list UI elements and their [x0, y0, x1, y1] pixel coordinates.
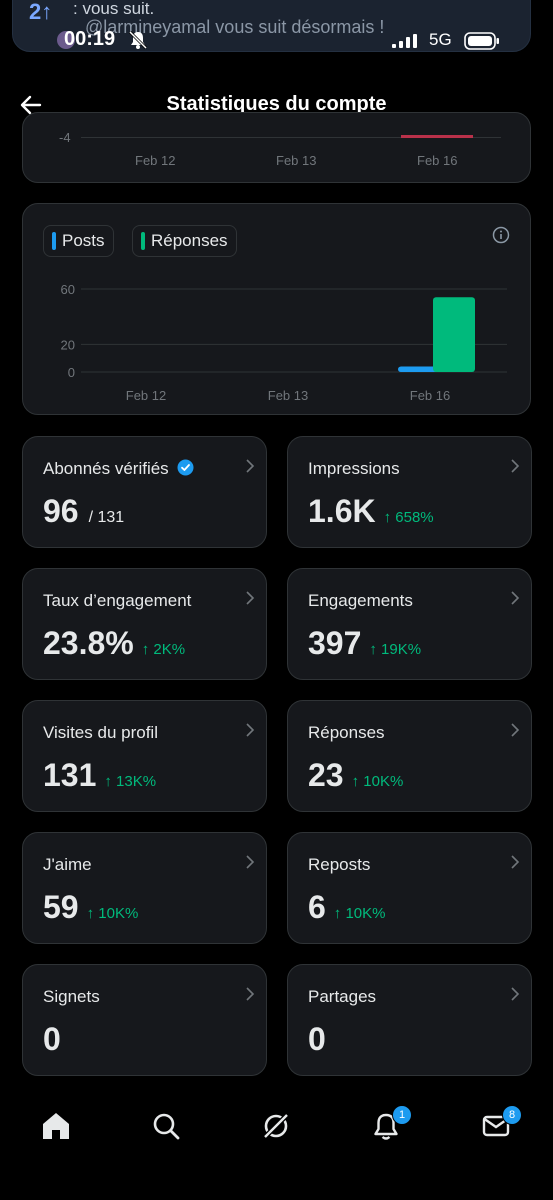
y-tick-label: 0 [68, 365, 75, 380]
notifications-badge: 1 [392, 1105, 412, 1125]
stat-label: Abonnés vérifiés [43, 459, 169, 478]
grok-icon[interactable] [256, 1106, 296, 1146]
stat-reposts[interactable]: Reposts 6 ↑ 10K% [287, 832, 532, 944]
stat-label: Engagements [308, 591, 413, 610]
stat-value: 6 [308, 889, 326, 925]
stat-value: 96 [43, 493, 79, 529]
x-tick-label: Feb 16 [410, 388, 450, 403]
stat-likes[interactable]: J'aime 59 ↑ 10K% [22, 832, 267, 944]
stat-label: J'aime [43, 855, 92, 874]
stat-label: Signets [43, 987, 100, 1006]
chevron-right-icon [511, 987, 520, 1001]
x-tick-label: Feb 12 [135, 153, 176, 168]
y-tick-label: -4 [59, 130, 71, 145]
follower-icon: 2↑ [29, 0, 53, 24]
stat-shares[interactable]: Partages 0 [287, 964, 532, 1076]
chevron-right-icon [246, 987, 255, 1001]
stat-value: 131 [43, 757, 97, 793]
messages-badge: 8 [502, 1105, 522, 1125]
chevron-right-icon [511, 459, 520, 473]
stat-label: Reposts [308, 855, 371, 874]
bottom-tab-bar: 1 8 [0, 1086, 553, 1166]
chevron-right-icon [246, 723, 255, 737]
stat-delta: ↑ 2K% [141, 641, 186, 658]
y-tick-label: 60 [61, 282, 75, 297]
bar-chart: 60 20 0 Feb 12 Feb 13 Feb 16 [61, 282, 507, 403]
status-bar: 00:19 5G [0, 26, 553, 56]
home-icon[interactable] [36, 1106, 76, 1146]
stat-label: Réponses [308, 723, 385, 742]
stat-label: Taux d’engagement [43, 591, 192, 610]
stat-total: / 131 [88, 509, 125, 526]
stat-label: Partages [308, 987, 377, 1006]
battery-icon [464, 32, 499, 50]
x-tick-label: Feb 13 [268, 388, 308, 403]
stat-engagement-rate[interactable]: Taux d’engagement 23.8% ↑ 2K% [22, 568, 267, 680]
stat-bookmarks[interactable]: Signets 0 [22, 964, 267, 1076]
stat-value: 0 [43, 1021, 61, 1057]
chevron-right-icon [511, 723, 520, 737]
clock: 00:19 [64, 28, 116, 50]
x-tick-label: Feb 16 [417, 153, 458, 168]
network-type: 5G [429, 30, 452, 49]
stat-value: 1.6K [308, 493, 376, 529]
chevron-right-icon [246, 855, 255, 869]
messages-tab[interactable]: 8 [476, 1105, 522, 1146]
y-tick-label: 20 [61, 337, 75, 352]
stat-value: 397 [308, 625, 362, 661]
stat-impressions[interactable]: Impressions 1.6K ↑ 658% [287, 436, 532, 548]
chevron-right-icon [511, 591, 520, 605]
activity-chart-card: Posts Réponses 60 20 0 Feb 12 Feb 13 Feb 16 [22, 203, 531, 415]
stat-delta: ↑ 13K% [104, 773, 157, 790]
chevron-right-icon [246, 459, 255, 473]
silent-bell-icon [128, 30, 148, 50]
chevron-right-icon [246, 591, 255, 605]
bar-replies [433, 297, 475, 372]
stat-profile-visits[interactable]: Visites du profil 131 ↑ 13K% [22, 700, 267, 812]
followers-chart-card: -4 Feb 12 Feb 13 Feb 16 [22, 112, 531, 183]
x-tick-label: Feb 13 [276, 153, 317, 168]
stat-delta: ↑ 10K% [333, 905, 386, 922]
stat-engagements[interactable]: Engagements 397 ↑ 19K% [287, 568, 532, 680]
stat-replies[interactable]: Réponses 23 ↑ 10K% [287, 700, 532, 812]
verified-badge-icon [177, 459, 194, 476]
stat-delta: ↑ 19K% [369, 641, 422, 658]
stat-value: 0 [308, 1021, 326, 1057]
notifications-tab[interactable]: 1 [366, 1105, 412, 1146]
stat-delta: ↑ 10K% [351, 773, 404, 790]
chevron-right-icon [511, 855, 520, 869]
chart-line [401, 135, 473, 138]
stat-value: 23.8% [43, 625, 134, 661]
stat-label-wrap: Abonnés vérifiés [43, 459, 194, 479]
stat-verified-followers[interactable]: Abonnés vérifiés 96 / 131 [22, 436, 267, 548]
stat-value: 59 [43, 889, 79, 925]
stat-label: Visites du profil [43, 723, 158, 742]
search-icon[interactable] [146, 1106, 186, 1146]
signal-icon [392, 34, 417, 48]
stat-value: 23 [308, 757, 344, 793]
stat-label: Impressions [308, 459, 400, 478]
stat-delta: ↑ 10K% [86, 905, 139, 922]
stat-delta: ↑ 658% [383, 509, 434, 526]
x-tick-label: Feb 12 [126, 388, 166, 403]
